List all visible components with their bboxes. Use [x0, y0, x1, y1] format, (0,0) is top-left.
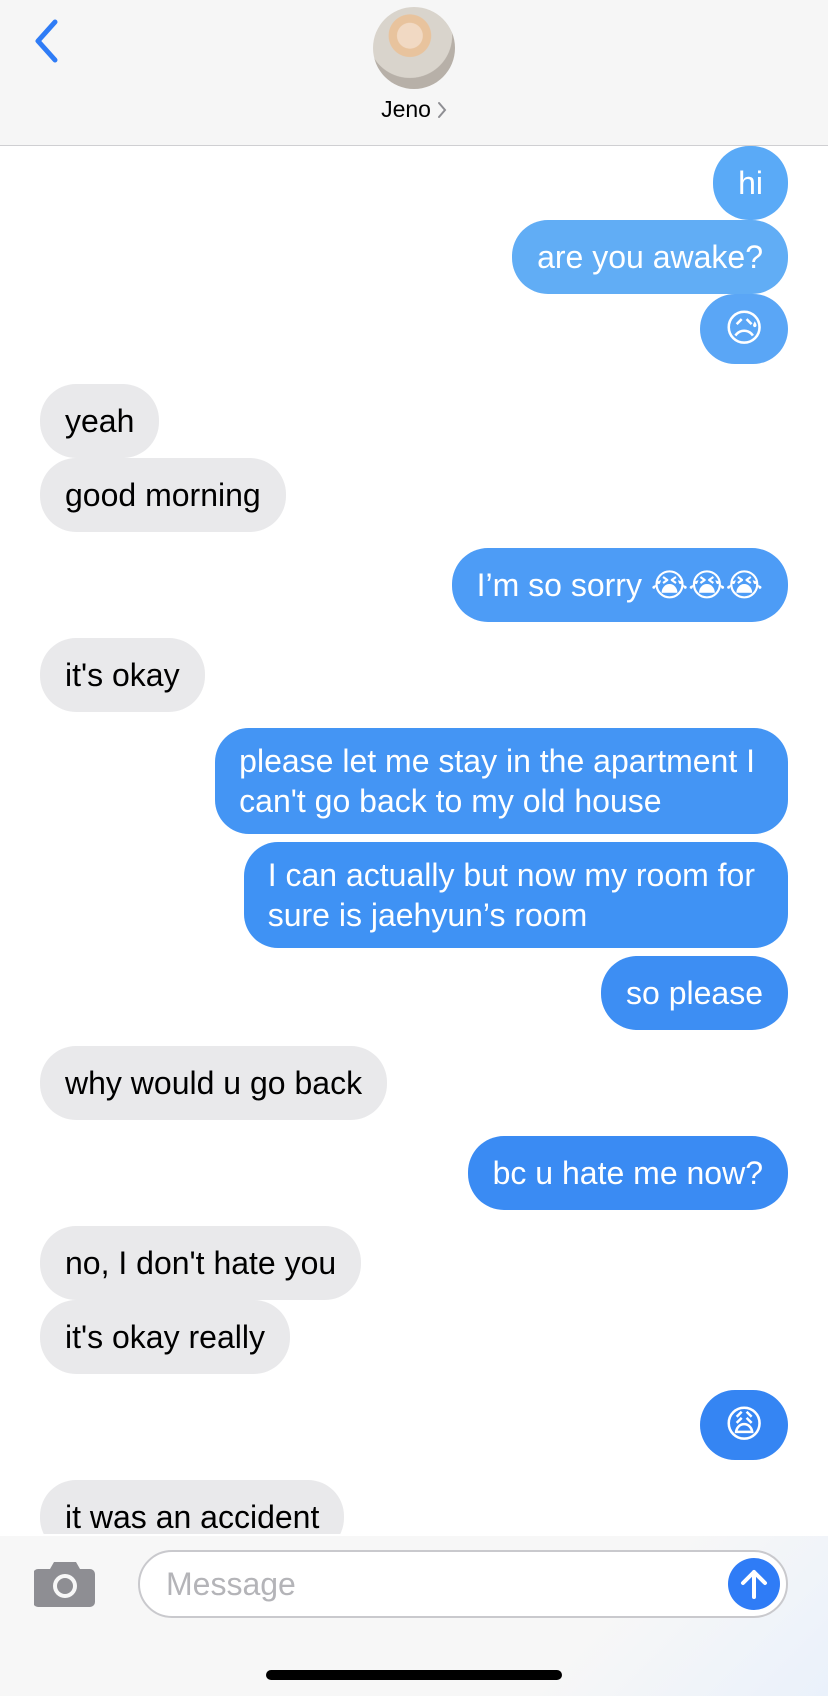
message-bubble-outgoing[interactable]: 😩 — [700, 1390, 788, 1460]
message-thread[interactable]: hi are you awake? 😥 yeah good morning I’… — [0, 146, 828, 1534]
message-text: no, I don't hate you — [65, 1245, 337, 1281]
camera-button[interactable] — [33, 1558, 96, 1608]
message-bubble-outgoing[interactable]: 😥 — [700, 294, 788, 364]
message-bubble-incoming[interactable]: it's okay really — [40, 1300, 290, 1374]
camera-icon — [33, 1562, 95, 1607]
back-button[interactable] — [24, 14, 68, 68]
message-text: hi — [738, 165, 763, 201]
message-bubble-outgoing[interactable]: are you awake? — [512, 220, 788, 294]
message-text: it was an accident — [65, 1499, 320, 1534]
message-text-line: please let me stay in the apartment I — [239, 743, 755, 779]
arrow-up-icon — [741, 1570, 767, 1599]
message-bubble-incoming[interactable]: it was an accident — [40, 1480, 345, 1534]
message-bubble-incoming[interactable]: yeah — [40, 384, 160, 458]
message-text: so please — [626, 975, 763, 1011]
message-text: why would u go back — [65, 1065, 363, 1101]
message-bubble-outgoing[interactable]: please let me stay in the apartment I ca… — [215, 728, 788, 834]
message-text: are you awake? — [537, 239, 763, 275]
message-bubble-incoming[interactable]: why would u go back — [40, 1046, 388, 1120]
message-text: it's okay really — [65, 1319, 265, 1355]
message-text: it's okay — [65, 657, 180, 693]
message-bubble-incoming[interactable]: it's okay — [40, 638, 205, 712]
contact-avatar[interactable] — [373, 7, 455, 89]
contact-name-button[interactable]: Jeno — [0, 96, 828, 123]
message-text-line: can't go back to my old house — [239, 783, 662, 819]
contact-name: Jeno — [381, 96, 431, 122]
compose-bar: Message — [0, 1536, 828, 1696]
message-bubble-outgoing[interactable]: so please — [601, 956, 788, 1030]
message-text-line: I can actually but now my room for — [267, 857, 755, 893]
message-bubble-outgoing[interactable]: hi — [713, 146, 788, 220]
message-text: bc u hate me now? — [492, 1155, 763, 1191]
message-bubble-outgoing[interactable]: bc u hate me now? — [467, 1136, 788, 1210]
message-bubble-incoming[interactable]: no, I don't hate you — [40, 1226, 362, 1300]
message-bubble-outgoing[interactable]: I can actually but now my room for sure … — [243, 842, 788, 948]
message-text: good morning — [65, 477, 261, 513]
home-indicator[interactable] — [266, 1670, 562, 1680]
message-text: 😥 — [724, 308, 764, 350]
chevron-right-icon — [437, 101, 447, 119]
send-button[interactable] — [728, 1558, 780, 1610]
message-input-placeholder: Message — [166, 1566, 296, 1602]
chevron-left-icon — [35, 19, 58, 63]
message-bubble-outgoing[interactable]: I’m so sorry 😭😭😭 — [451, 548, 788, 622]
message-text: I’m so sorry 😭😭😭 — [476, 567, 763, 603]
message-text: 😩 — [724, 1404, 764, 1446]
message-text: yeah — [65, 403, 135, 439]
message-input[interactable]: Message — [138, 1550, 788, 1618]
message-bubble-incoming[interactable]: good morning — [40, 458, 286, 532]
conversation-header: Jeno — [0, 0, 828, 146]
message-text-line: sure is jaehyun’s room — [267, 897, 588, 933]
